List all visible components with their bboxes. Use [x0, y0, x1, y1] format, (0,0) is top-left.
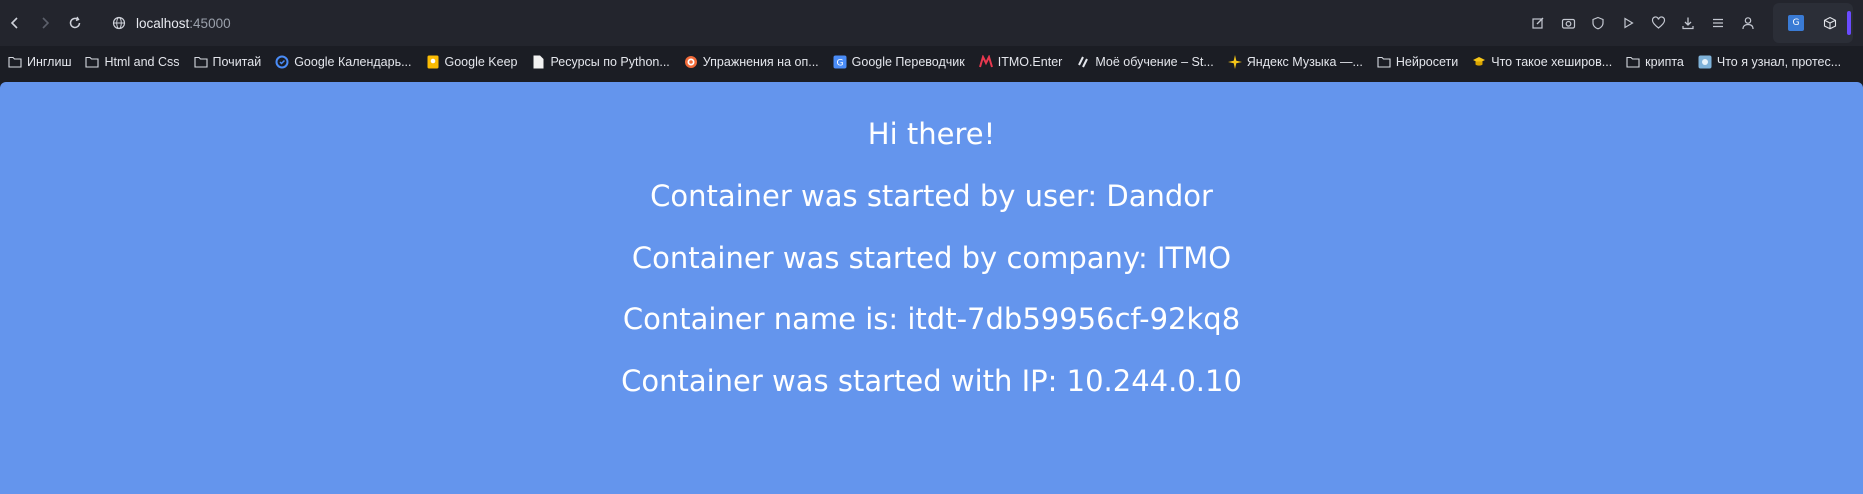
bookmark-label: Google Keep: [444, 55, 518, 69]
forward-button[interactable]: [30, 8, 60, 38]
download-icon[interactable]: [1673, 8, 1703, 38]
extensions-area: G: [1773, 3, 1853, 43]
folder-icon: [85, 55, 100, 69]
bookmark-label: Яндекс Музыка —...: [1246, 55, 1363, 69]
url-text: localhost:45000: [136, 16, 231, 31]
bookmark-item[interactable]: крипта: [1626, 55, 1684, 69]
folder-icon: [8, 55, 22, 69]
bookmark-label: Инглиш: [27, 55, 72, 69]
edit-icon[interactable]: [1523, 8, 1553, 38]
url-port: :45000: [189, 15, 231, 31]
forward-arrow-icon: [42, 17, 50, 29]
translate-extension-icon[interactable]: G: [1788, 15, 1804, 31]
camera-icon[interactable]: [1553, 8, 1583, 38]
bookmark-label: Что я узнал, протес...: [1716, 55, 1842, 69]
bookmark-item[interactable]: Что я узнал, протес...: [1698, 55, 1841, 69]
play-icon[interactable]: [1613, 8, 1643, 38]
menu-icon[interactable]: [1703, 8, 1733, 38]
folder-icon: [193, 55, 208, 69]
back-arrow-icon: [10, 17, 18, 29]
greeting-text: Hi there!: [867, 117, 996, 151]
google-calendar-icon: [275, 55, 289, 69]
stepik-icon: [1076, 55, 1090, 69]
bookmark-label: Html and Css: [104, 55, 180, 69]
google-translate-icon: G: [833, 55, 847, 69]
container-name-line: Container name is: itdt-7db59956cf-92kq8: [622, 302, 1241, 336]
yandex-music-icon: [1227, 55, 1242, 69]
toolbar-icons: [1523, 8, 1763, 38]
bookmark-label: Упражнения на оп...: [702, 55, 819, 69]
address-bar[interactable]: localhost:45000: [98, 5, 1519, 41]
profile-icon[interactable]: [1733, 8, 1763, 38]
bookmark-label: Google Календарь...: [294, 55, 412, 69]
bookmark-label: Моё обучение – St...: [1095, 55, 1214, 69]
bookmark-item[interactable]: Яндекс Музыка —...: [1227, 55, 1363, 69]
bookmark-item[interactable]: Упражнения на оп...: [684, 55, 819, 69]
folder-icon: [1626, 55, 1640, 69]
graduation-icon: [1472, 55, 1486, 69]
sidebar-accent-bar: [1847, 11, 1851, 35]
reload-button[interactable]: [60, 8, 90, 38]
bookmark-label: Ресурсы по Python...: [550, 55, 670, 69]
company-line: Container was started by company: ITMO: [631, 241, 1232, 275]
url-host: localhost: [136, 15, 190, 31]
bookmark-item[interactable]: Google Keep: [426, 55, 518, 69]
bookmark-label: Нейросети: [1395, 55, 1459, 69]
bookmark-item[interactable]: ITMO.Enter: [978, 55, 1063, 69]
bookmark-item[interactable]: Html and Css: [85, 55, 180, 69]
bookmark-label: Почитай: [212, 55, 262, 69]
bookmark-item[interactable]: Ресурсы по Python...: [531, 55, 670, 69]
bookmark-item[interactable]: Google Календарь...: [275, 55, 412, 69]
bookmark-item[interactable]: Что такое хеширов...: [1472, 55, 1612, 69]
heart-icon[interactable]: [1643, 8, 1673, 38]
bookmark-item[interactable]: G Google Переводчик: [833, 55, 965, 69]
bookmark-label: Google Переводчик: [851, 55, 965, 69]
target-icon: [684, 55, 698, 69]
svg-text:G: G: [836, 59, 843, 69]
folder-icon: [1377, 55, 1391, 69]
bookmark-item[interactable]: Инглиш: [8, 55, 71, 69]
globe-icon: [112, 16, 126, 30]
itmo-icon: [978, 55, 993, 69]
shield-icon[interactable]: [1583, 8, 1613, 38]
reload-icon: [69, 16, 81, 29]
page-content: Hi there! Container was started by user:…: [0, 82, 1863, 494]
browser-toolbar: localhost:45000 G: [0, 0, 1863, 46]
bookmark-label: крипта: [1645, 55, 1684, 69]
bookmark-label: Что такое хеширов...: [1491, 55, 1613, 69]
site-icon: [1698, 55, 1712, 69]
bookmark-item[interactable]: Почитай: [193, 55, 262, 69]
document-icon: [531, 55, 545, 69]
container-ip-line: Container was started with IP: 10.244.0.…: [621, 364, 1242, 398]
bookmarks-bar: Инглиш Html and Css Почитай Google Календар…: [0, 46, 1863, 78]
user-line: Container was started by user: Dandor: [650, 179, 1213, 213]
google-keep-icon: [426, 55, 440, 69]
back-button[interactable]: [0, 8, 30, 38]
bookmark-item[interactable]: Моё обучение – St...: [1076, 55, 1214, 69]
extensions-cube-icon[interactable]: [1822, 15, 1838, 31]
bookmark-label: ITMO.Enter: [997, 55, 1063, 69]
bookmark-item[interactable]: Нейросети: [1377, 55, 1458, 69]
